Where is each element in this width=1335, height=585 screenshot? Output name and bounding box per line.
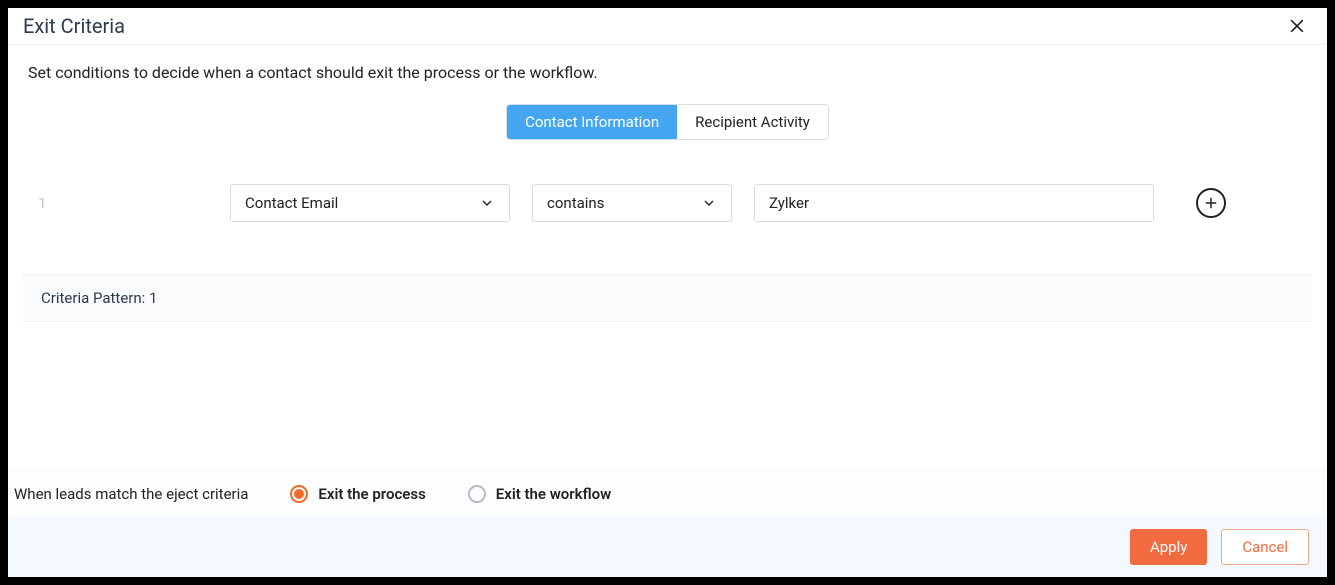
dialog-body: Set conditions to decide when a contact … — [8, 45, 1327, 470]
operator-select[interactable]: contains — [532, 184, 732, 222]
field-select-value: Contact Email — [245, 194, 338, 212]
radio-exit-workflow[interactable]: Exit the workflow — [468, 485, 611, 503]
dialog-title: Exit Criteria — [23, 14, 125, 38]
dialog-header: Exit Criteria — [8, 8, 1327, 45]
exit-criteria-dialog: Exit Criteria Set conditions to decide w… — [8, 8, 1327, 577]
tab-recipient-activity[interactable]: Recipient Activity — [677, 105, 828, 139]
exit-action-prompt: When leads match the eject criteria — [14, 485, 248, 503]
field-select[interactable]: Contact Email — [230, 184, 510, 222]
criteria-pattern-label: Criteria Pattern: — [41, 289, 149, 307]
criteria-row: 1 Contact Email contains — [28, 184, 1307, 222]
apply-button[interactable]: Apply — [1130, 529, 1207, 565]
radio-exit-process-label: Exit the process — [318, 485, 425, 503]
chevron-down-icon — [479, 195, 495, 211]
close-icon[interactable] — [1287, 16, 1307, 36]
radio-exit-workflow-label: Exit the workflow — [496, 485, 611, 503]
criteria-pattern-value: 1 — [149, 289, 157, 307]
criteria-tabs: Contact Information Recipient Activity — [28, 104, 1307, 140]
criteria-pattern-bar: Criteria Pattern: 1 — [23, 274, 1312, 322]
exit-action-section: When leads match the eject criteria Exit… — [8, 470, 1327, 517]
tab-contact-information[interactable]: Contact Information — [507, 105, 677, 139]
dialog-description: Set conditions to decide when a contact … — [28, 63, 1307, 82]
radio-icon — [468, 485, 486, 503]
radio-exit-process[interactable]: Exit the process — [290, 485, 425, 503]
criteria-value-input[interactable] — [754, 184, 1154, 222]
dialog-footer: Apply Cancel — [8, 517, 1327, 577]
add-criteria-button[interactable] — [1196, 188, 1226, 218]
criteria-row-index: 1 — [38, 194, 208, 212]
operator-select-value: contains — [547, 194, 604, 212]
cancel-button[interactable]: Cancel — [1221, 529, 1309, 565]
radio-icon — [290, 485, 308, 503]
chevron-down-icon — [701, 195, 717, 211]
